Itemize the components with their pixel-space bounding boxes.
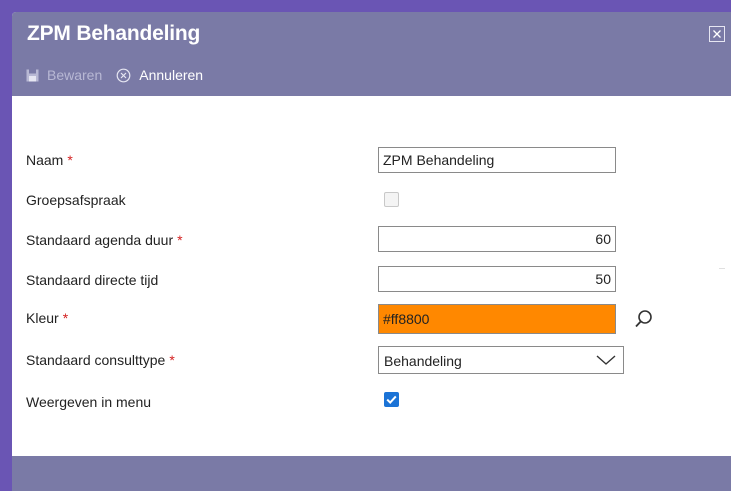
row-weergeven: Weergeven in menu (12, 388, 731, 416)
cancel-label: Annuleren (139, 67, 204, 83)
magnifier-icon (635, 310, 652, 328)
weergeven-label: Weergeven in menu (26, 394, 152, 410)
naam-input[interactable] (378, 147, 616, 173)
directe-tijd-input[interactable] (378, 266, 616, 292)
dialog-header: ZPM Behandeling Bewaren Annuleren (12, 12, 731, 96)
dialog-footer (12, 456, 731, 491)
required-marker: * (169, 352, 175, 368)
dialog-title: ZPM Behandeling (27, 22, 201, 45)
row-kleur: Kleur * (12, 304, 731, 334)
color-picker-button[interactable] (634, 309, 654, 329)
row-groepsafspraak: Groepsafspraak (12, 186, 731, 214)
row-directe-tijd: Standaard directe tijd (12, 266, 731, 294)
dialog-window: ZPM Behandeling Bewaren Annuleren Naam *… (12, 12, 731, 491)
row-naam: Naam * (12, 146, 731, 174)
naam-label: Naam * (26, 152, 73, 168)
chevron-down-icon (595, 353, 617, 370)
cancel-button[interactable]: Annuleren (116, 67, 203, 83)
floppy-disk-icon (26, 69, 39, 82)
required-marker: * (62, 310, 69, 326)
close-icon (713, 30, 721, 38)
consulttype-value: Behandeling (384, 353, 462, 369)
consulttype-label: Standaard consulttype * (26, 352, 175, 368)
groepsafspraak-label: Groepsafspraak (26, 192, 126, 208)
save-label: Bewaren (47, 67, 103, 83)
scroll-marker (719, 268, 725, 269)
kleur-label: Kleur * (26, 310, 69, 326)
dialog-toolbar: Bewaren Annuleren (26, 64, 217, 86)
close-button[interactable] (709, 26, 725, 42)
cancel-circle-icon (116, 68, 131, 83)
groepsafspraak-checkbox[interactable] (384, 192, 399, 207)
agenda-duur-input[interactable] (378, 226, 616, 252)
consulttype-select[interactable]: Behandeling (378, 346, 624, 374)
row-agenda-duur: Standaard agenda duur * (12, 226, 731, 254)
checkmark-icon (386, 395, 397, 405)
required-marker: * (177, 232, 183, 248)
agenda-duur-label: Standaard agenda duur * (26, 232, 183, 248)
row-consulttype: Standaard consulttype * Behandeling (12, 346, 731, 374)
weergeven-checkbox[interactable] (384, 392, 399, 407)
required-marker: * (67, 152, 73, 168)
directe-tijd-label: Standaard directe tijd (26, 272, 159, 288)
kleur-input[interactable] (378, 304, 616, 334)
save-button[interactable]: Bewaren (26, 67, 102, 83)
